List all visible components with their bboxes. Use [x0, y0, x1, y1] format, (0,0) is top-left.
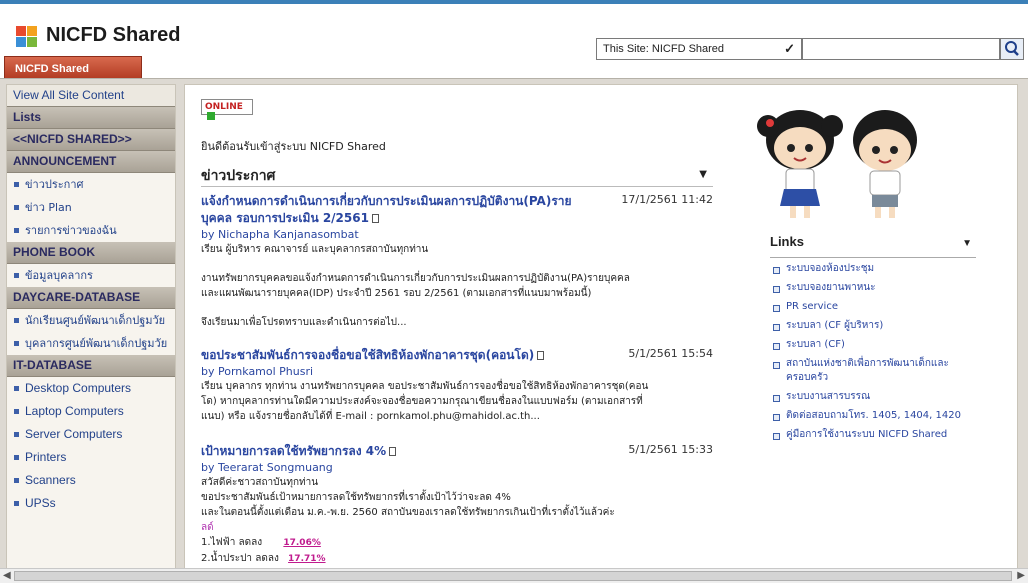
nav-item-news-plan[interactable]: ข่าว Plan — [7, 196, 175, 219]
post-line: ลด์ — [201, 522, 214, 533]
horizontal-scrollbar[interactable]: ◀ ▶ — [0, 568, 1028, 583]
link-contact-phone[interactable]: ติดต่อสอบถามโทร. 1405, 1404, 1420 — [770, 409, 976, 423]
post-date: 5/1/2561 15:33 — [628, 443, 713, 456]
site-title[interactable]: NICFD Shared — [46, 24, 180, 47]
search-scope-dropdown[interactable]: This Site: NICFD Shared ✓ — [596, 38, 802, 60]
stat-value: 17.06% — [283, 538, 321, 548]
post-author[interactable]: by Teerarat Songmuang — [201, 460, 713, 475]
post-author[interactable]: by Pornkamol Phusri — [201, 364, 713, 379]
link-meeting-room[interactable]: ระบบจองห้องประชุม — [770, 262, 976, 276]
post-title-text: ขอประชาสัมพันธ์การจองชื่อขอใช้สิทธิห้องพ… — [201, 348, 535, 362]
post-line — [201, 257, 713, 271]
post-title-link[interactable]: ขอประชาสัมพันธ์การจองชื่อขอใช้สิทธิห้องพ… — [201, 347, 591, 364]
top-header: NICFD Shared NICFD Shared This Site: NIC… — [0, 0, 1028, 80]
attachment-icon — [389, 447, 397, 456]
view-all-site-content-link[interactable]: View All Site Content — [7, 85, 175, 107]
news-title: ข่าวประกาศ — [201, 168, 276, 184]
link-institute[interactable]: สถาบันแห่งชาติเพื่อการพัฒนาเด็กและครอบคร… — [770, 357, 976, 385]
post-body: เรียน ผู้บริหาร คณาจารย์ และบุคลากรสถาบั… — [201, 242, 713, 330]
nav-item-scanners[interactable]: Scanners — [7, 469, 175, 492]
links-title: Links — [770, 234, 804, 249]
nav-item-daycare-staff[interactable]: บุคลากรศูนย์พัฒนาเด็กปฐมวัย — [7, 332, 175, 355]
online-label: ONLINE — [205, 102, 243, 112]
stat-row: 2.น้ำประปา ลดลง 17.71% — [201, 551, 713, 567]
nav-section-daycare-database[interactable]: DAYCARE-DATABASE — [7, 287, 175, 309]
post-line: จึงเรียนมาเพื่อโปรดทราบและดำเนินการต่อไป… — [201, 317, 407, 328]
sharepoint-logo-icon — [16, 26, 38, 48]
links-web-part-title[interactable]: Links ▼ — [770, 234, 976, 258]
web-part-menu-icon[interactable]: ▼ — [962, 238, 972, 249]
post-line: งานทรัพยากรบุคคลขอแจ้งกำหนดการดำเนินการเ… — [201, 273, 630, 284]
nav-item-laptop-computers[interactable]: Laptop Computers — [7, 400, 175, 423]
post-date: 5/1/2561 15:54 — [628, 347, 713, 360]
post-date: 17/1/2561 11:42 — [621, 193, 713, 206]
nav-section-it-database[interactable]: IT-DATABASE — [7, 355, 175, 377]
news-post: ขอประชาสัมพันธ์การจองชื่อขอใช้สิทธิห้องพ… — [201, 347, 713, 424]
scroll-left-arrow-icon[interactable]: ◀ — [3, 570, 11, 581]
nav-item-server-computers[interactable]: Server Computers — [7, 423, 175, 446]
quick-launch: View All Site Content Lists <<NICFD SHAR… — [6, 84, 176, 574]
post-author[interactable]: by Nichapha Kanjanasombat — [201, 227, 713, 242]
link-pr-service[interactable]: PR service — [770, 300, 976, 314]
nav-section-phone-book[interactable]: PHONE BOOK — [7, 242, 175, 264]
news-post: เป้าหมายการลดใช้ทรัพยากรลง 4% 5/1/2561 1… — [201, 443, 713, 567]
stat-label: 2.น้ำประปา ลดลง — [201, 553, 279, 564]
online-dot-icon — [207, 112, 215, 120]
nav-item-printers[interactable]: Printers — [7, 446, 175, 469]
link-document-system[interactable]: ระบบงานสารบรรณ — [770, 390, 976, 404]
post-body: สวัสดีค่ะชาวสถาบันทุกท่าน ขอประชาสัมพันธ… — [201, 475, 713, 567]
post-line: และแผนพัฒนารายบุคคล(IDP) ประจำปี 2561 รอ… — [201, 288, 592, 299]
post-title-text: แจ้งกำหนดการดำเนินการเกี่ยวกับการประเมิน… — [201, 194, 572, 225]
nav-item-staff-info[interactable]: ข้อมูลบุคลากร — [7, 264, 175, 287]
nav-item-my-news[interactable]: รายการข่าวของฉัน — [7, 219, 175, 242]
news-web-part-title[interactable]: ข่าวประกาศ ▼ — [201, 163, 713, 187]
post-body: เรียน บุคลากร ทุกท่าน งานทรัพยากรบุคคล ข… — [201, 379, 713, 424]
scroll-right-arrow-icon[interactable]: ▶ — [1017, 570, 1025, 581]
online-status-badge: ONLINE — [201, 99, 253, 120]
post-title-link[interactable]: เป้าหมายการลดใช้ทรัพยากรลง 4% — [201, 443, 591, 460]
post-line: แนบ) หรือ แจ้งรายชื่อกลับได้ที่ E-mail :… — [201, 411, 540, 422]
post-line: เรียน บุคลากร ทุกท่าน งานทรัพยากรบุคคล ข… — [201, 381, 649, 392]
post-title-link[interactable]: แจ้งกำหนดการดำเนินการเกี่ยวกับการประเมิน… — [201, 193, 591, 227]
search-button[interactable] — [1000, 38, 1024, 60]
link-leave[interactable]: ระบบลา (CF) — [770, 338, 976, 352]
chevron-down-icon: ✓ — [784, 41, 795, 56]
link-vehicle-booking[interactable]: ระบบจองยานพาหนะ — [770, 281, 976, 295]
stat-row: 1.ไฟฟ้า ลดลง 17.06% — [201, 535, 713, 551]
stat-value: 17.71% — [288, 554, 326, 564]
search-scope-label: This Site: NICFD Shared — [603, 43, 725, 55]
welcome-text: ยินดีต้อนรับเข้าสู่ระบบ NICFD Shared — [201, 140, 386, 153]
post-line: สวัสดีค่ะชาวสถาบันทุกท่าน — [201, 477, 319, 488]
post-line: เรียน ผู้บริหาร คณาจารย์ และบุคลากรสถาบั… — [201, 244, 429, 255]
link-user-manual[interactable]: คู่มือการใช้งานระบบ NICFD Shared — [770, 428, 976, 442]
nav-section-announcement[interactable]: ANNOUNCEMENT — [7, 151, 175, 173]
search-icon — [1005, 41, 1019, 56]
scrollbar-thumb[interactable] — [14, 571, 1012, 581]
nav-item-upss[interactable]: UPSs — [7, 492, 175, 515]
lists-link[interactable]: Lists — [7, 107, 175, 129]
mascot-children-image — [757, 110, 917, 218]
nav-item-news[interactable]: ข่าวประกาศ — [7, 173, 175, 196]
nav-item-daycare-students[interactable]: นักเรียนศูนย์พัฒนาเด็กปฐมวัย — [7, 309, 175, 332]
post-line: โด) หากบุคลากรท่านใดมีความประสงค์จะจองชื… — [201, 396, 643, 407]
link-leave-executive[interactable]: ระบบลา (CF ผู้บริหาร) — [770, 319, 976, 333]
post-title-text: เป้าหมายการลดใช้ทรัพยากรลง 4% — [201, 444, 387, 458]
post-line — [201, 301, 713, 315]
post-line: ขอประชาสัมพันธ์เป้าหมายการลดใช้ทรัพยากรท… — [201, 492, 511, 503]
tab-nicfd-shared[interactable]: NICFD Shared — [4, 56, 142, 80]
web-part-menu-icon[interactable]: ▼ — [699, 169, 707, 180]
search-input[interactable] — [802, 38, 1000, 60]
nav-item-desktop-computers[interactable]: Desktop Computers — [7, 377, 175, 400]
news-post: แจ้งกำหนดการดำเนินการเกี่ยวกับการประเมิน… — [201, 193, 713, 330]
home-link[interactable]: <<NICFD SHARED>> — [7, 129, 175, 151]
post-line: และในตอนนี้ตั้งแต่เดือน ม.ค.-พ.ย. 2560 ส… — [201, 507, 615, 518]
stat-label: 1.ไฟฟ้า ลดลง — [201, 537, 263, 548]
attachment-icon — [537, 351, 545, 360]
attachment-icon — [371, 214, 379, 223]
links-list: ระบบจองห้องประชุม ระบบจองยานพาหนะ PR ser… — [770, 262, 976, 447]
